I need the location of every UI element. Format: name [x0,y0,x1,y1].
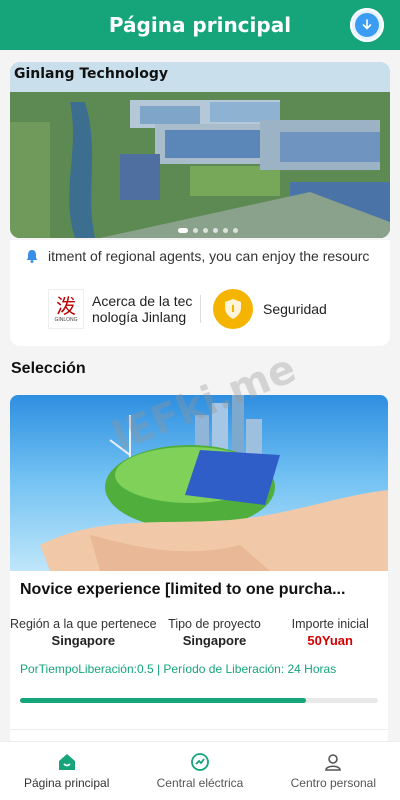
initial-amount-column: Importe inicial 50Yuan [291,617,369,648]
banner-title: Ginlang Technology [14,66,168,82]
carousel-indicators [178,228,238,233]
company-logo: 泼 GINLONG [48,289,84,329]
bell-icon [26,250,38,263]
power-station-icon [191,753,209,771]
security-link[interactable]: Seguridad [201,289,327,329]
user-icon [325,754,342,771]
progress-fill [20,698,307,703]
banner-carousel[interactable]: Ginlang Technology [10,62,390,238]
section-title: Selección [11,360,86,377]
product-card[interactable]: Novice experience [limited to one purcha… [10,395,388,745]
home-icon [58,754,75,770]
project-type-column: Tipo de proyecto Singapore [168,617,261,648]
divider [10,729,388,730]
about-link[interactable]: 泼 GINLONG Acerca de la tecnología Jinlan… [10,289,200,329]
download-icon [355,13,379,37]
tab-power-station[interactable]: Central eléctrica [133,742,266,800]
notice-text: itment of regional agents, you can enjoy… [48,248,370,264]
tab-home[interactable]: Página principal [0,742,133,800]
shield-icon [213,289,253,329]
page-title: Página principal [108,13,292,37]
notice-bar[interactable]: itment of regional agents, you can enjoy… [10,240,390,272]
product-details: Región a la que pertenece Singapore Tipo… [10,617,388,648]
release-info: PorTiempoLiberación:0.5 | Período de Lib… [20,662,337,676]
about-label: Acerca de la tecnología Jinlang [92,293,193,325]
tab-personal-center[interactable]: Centro personal [267,742,400,800]
app-header: Página principal [0,0,400,50]
region-column: Región a la que pertenece Singapore [10,617,157,648]
security-label: Seguridad [263,301,327,317]
bottom-tabbar: Página principal Central eléctrica Centr… [0,741,400,800]
factory-aerial-image [10,62,390,238]
info-card: 泼 GINLONG Acerca de la tecnología Jinlan… [10,272,390,346]
download-button[interactable] [350,8,384,42]
progress-bar [20,698,378,703]
product-title: Novice experience [limited to one purcha… [20,581,346,598]
